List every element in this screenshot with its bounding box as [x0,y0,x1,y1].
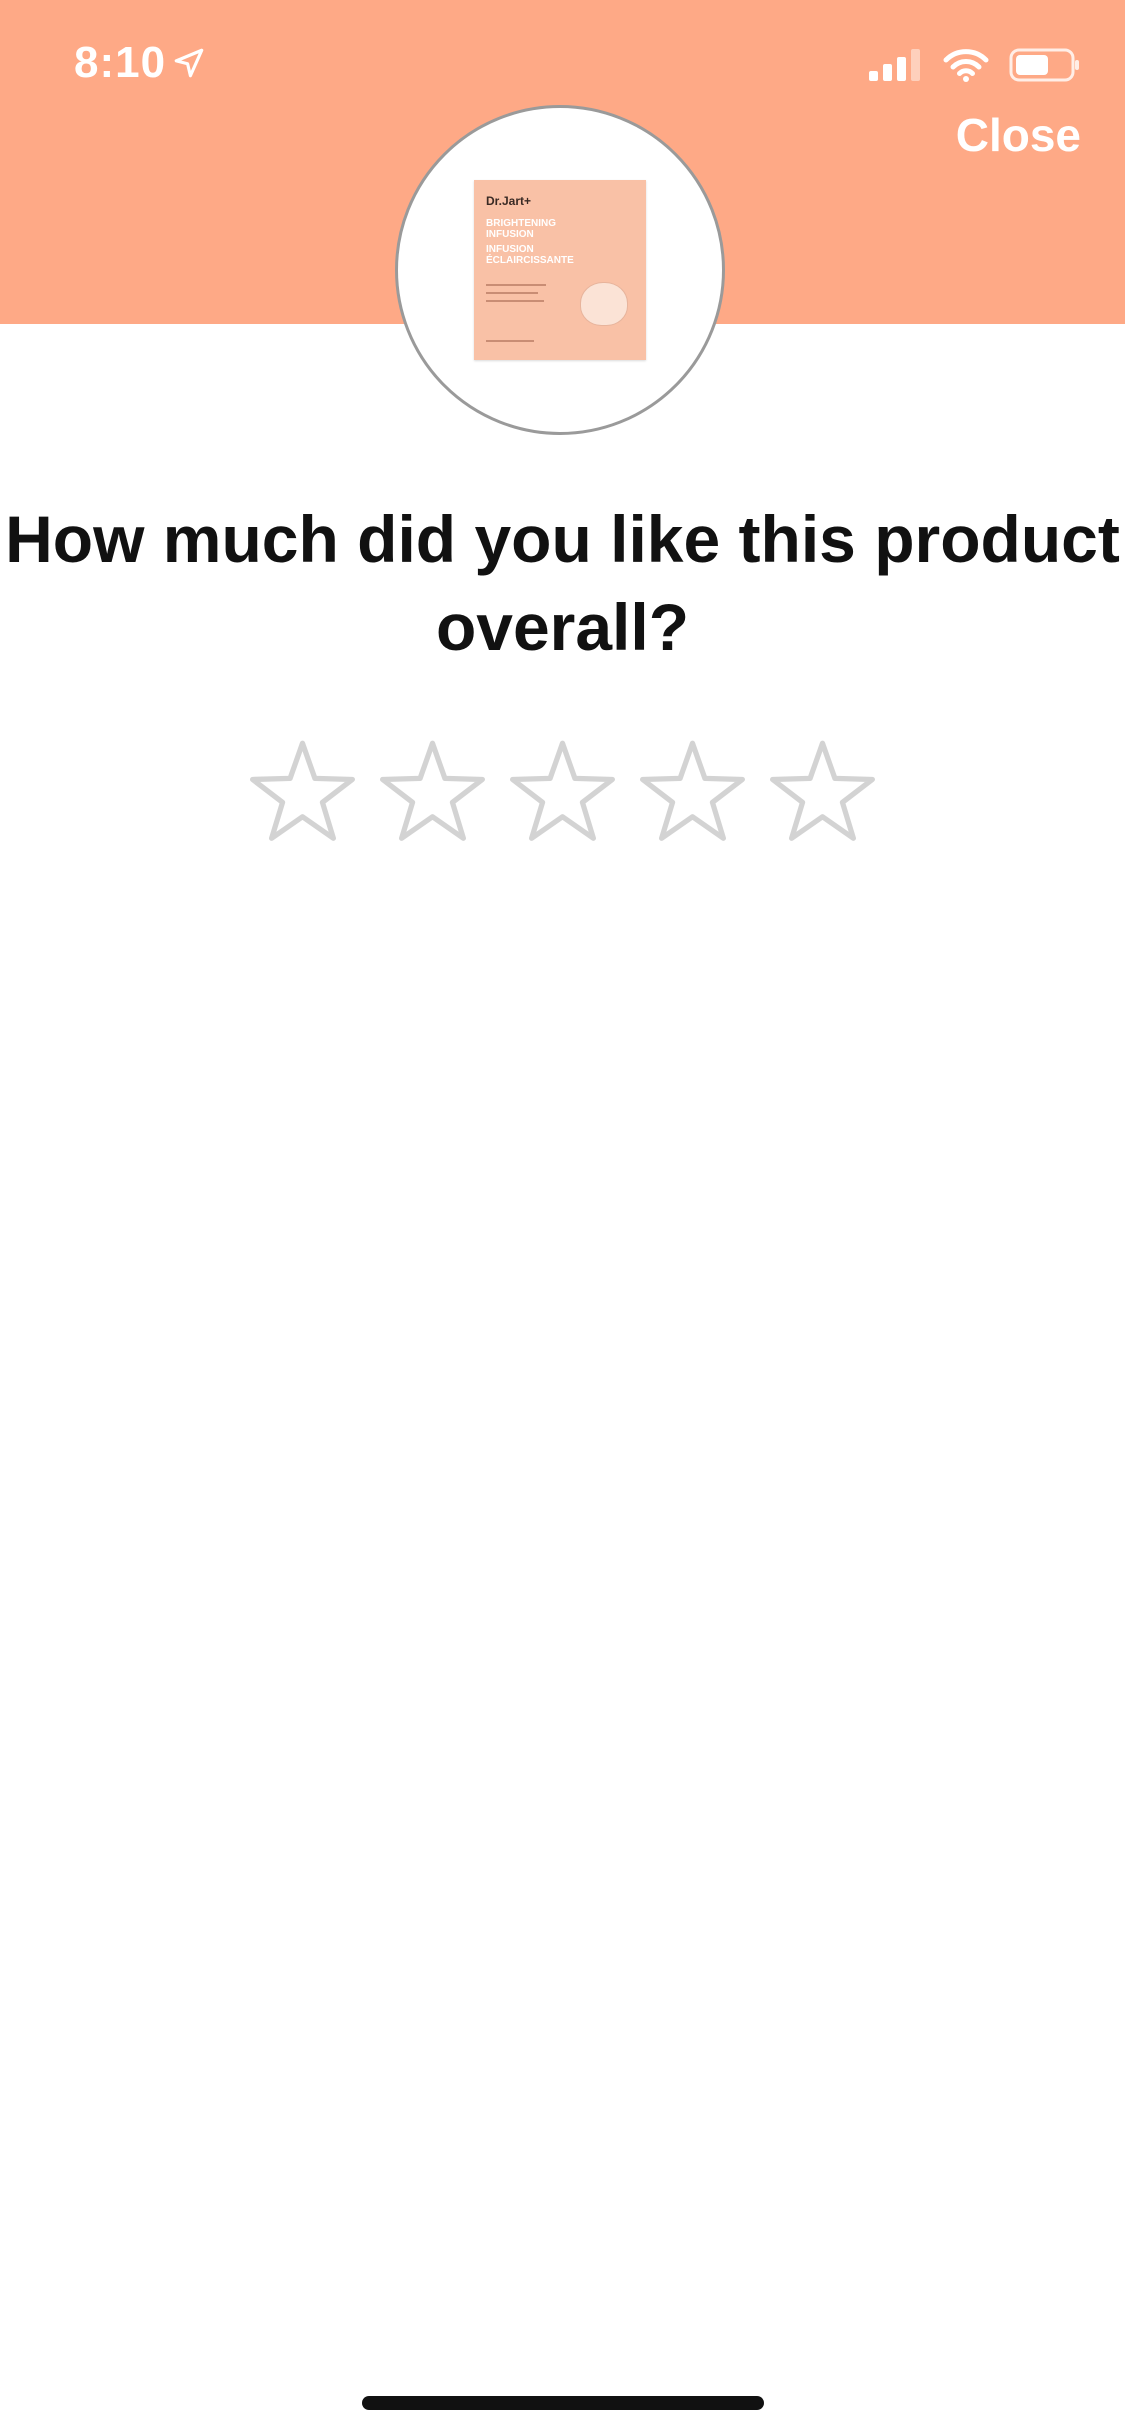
wifi-icon [943,49,989,82]
face-mask-icon [580,282,628,326]
pack-text-rule [486,300,544,302]
product-line-2: INFUSION [486,229,534,240]
star-3-icon[interactable] [510,738,615,843]
product-line-4: ÉCLAIRCISSANTE [486,255,574,266]
star-5-icon[interactable] [770,738,875,843]
location-arrow-icon [174,48,204,78]
pack-text-rule [486,340,534,342]
product-image-circle: Dr.Jart+ BRIGHTENING INFUSION INFUSION É… [395,105,725,435]
star-4-icon[interactable] [640,738,745,843]
rating-question: How much did you like this product overa… [5,502,1120,664]
home-indicator[interactable] [362,2396,764,2410]
product-line-1: BRIGHTENING [486,218,556,229]
battery-icon [1009,48,1079,82]
star-rating[interactable] [250,738,875,843]
pack-text-rule [486,292,538,294]
product-brand: Dr.Jart+ [486,194,532,208]
star-1-icon[interactable] [250,738,355,843]
product-line-3: INFUSION [486,244,534,255]
star-2-icon[interactable] [380,738,485,843]
status-bar-time: 8:10 [74,38,206,88]
close-button[interactable]: Close [956,108,1081,162]
rating-screen: 8:10 Close Dr.Jart+ BRIGHTENING INFUSION… [0,0,1125,2436]
cellular-signal-icon [869,49,920,81]
pack-text-rule [486,284,546,286]
time-text: 8:10 [74,38,167,87]
product-image: Dr.Jart+ BRIGHTENING INFUSION INFUSION É… [474,180,646,360]
status-bar-indicators [869,48,1081,82]
